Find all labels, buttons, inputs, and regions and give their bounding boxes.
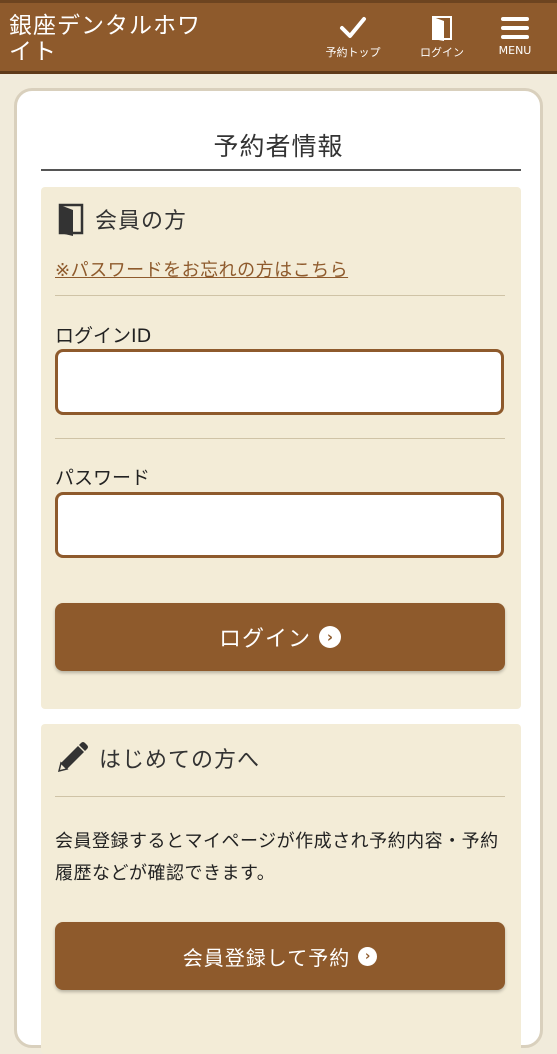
door-icon: [432, 16, 452, 41]
register-and-reserve-button[interactable]: 会員登録して予約 ›: [55, 922, 505, 990]
nav-reservation-top-button[interactable]: 予約トップ: [318, 15, 388, 60]
password-label: パスワード: [55, 467, 151, 489]
app-header: 銀座デンタルホワイト 予約トップ ログイン MENU: [0, 0, 557, 74]
login-id-input[interactable]: [55, 349, 504, 415]
divider: [55, 438, 505, 439]
login-button-label: ログイン: [218, 627, 311, 652]
login-id-label: ログインID: [55, 325, 152, 347]
new-user-heading-text: はじめての方へ: [99, 748, 261, 773]
pencil-icon: [57, 742, 88, 773]
chevron-right-icon: ›: [319, 626, 341, 648]
nav-reservation-top-label: 予約トップ: [325, 46, 381, 59]
login-button[interactable]: ログイン ›: [55, 603, 505, 671]
forgot-password-link[interactable]: ※パスワードをお忘れの方はこちら: [55, 256, 348, 282]
divider: [55, 796, 505, 797]
password-input[interactable]: [55, 492, 504, 558]
hamburger-icon: [501, 17, 529, 39]
title-divider: [41, 169, 521, 171]
member-heading: 会員の方: [55, 201, 187, 237]
register-button-label: 会員登録して予約: [182, 945, 351, 970]
check-icon: [340, 17, 366, 38]
site-title[interactable]: 銀座デンタルホワイト: [9, 13, 209, 65]
member-heading-text: 会員の方: [95, 209, 188, 234]
chevron-right-icon: ›: [358, 946, 378, 966]
page-title: 予約者情報: [213, 132, 344, 161]
divider: [55, 295, 505, 296]
new-user-description: 会員登録するとマイページが作成され予約内容・予約履歴などが確認できます。: [55, 831, 499, 884]
door-icon: [58, 203, 84, 236]
nav-menu-label: MENU: [498, 44, 532, 57]
nav-login-button[interactable]: ログイン: [412, 15, 472, 60]
new-user-heading: はじめての方へ: [55, 740, 260, 776]
reservation-card: 予約者情報 会員の方 ※パスワードをお忘れの方はこちら ログインID パスワード…: [14, 88, 543, 1054]
member-login-panel: 会員の方 ※パスワードをお忘れの方はこちら ログインID パスワード ログイン …: [41, 187, 521, 709]
nav-login-label: ログイン: [420, 46, 464, 59]
new-user-panel: はじめての方へ 会員登録するとマイページが作成され予約内容・予約履歴などが確認で…: [41, 724, 521, 1054]
nav-menu-button[interactable]: MENU: [490, 15, 540, 57]
